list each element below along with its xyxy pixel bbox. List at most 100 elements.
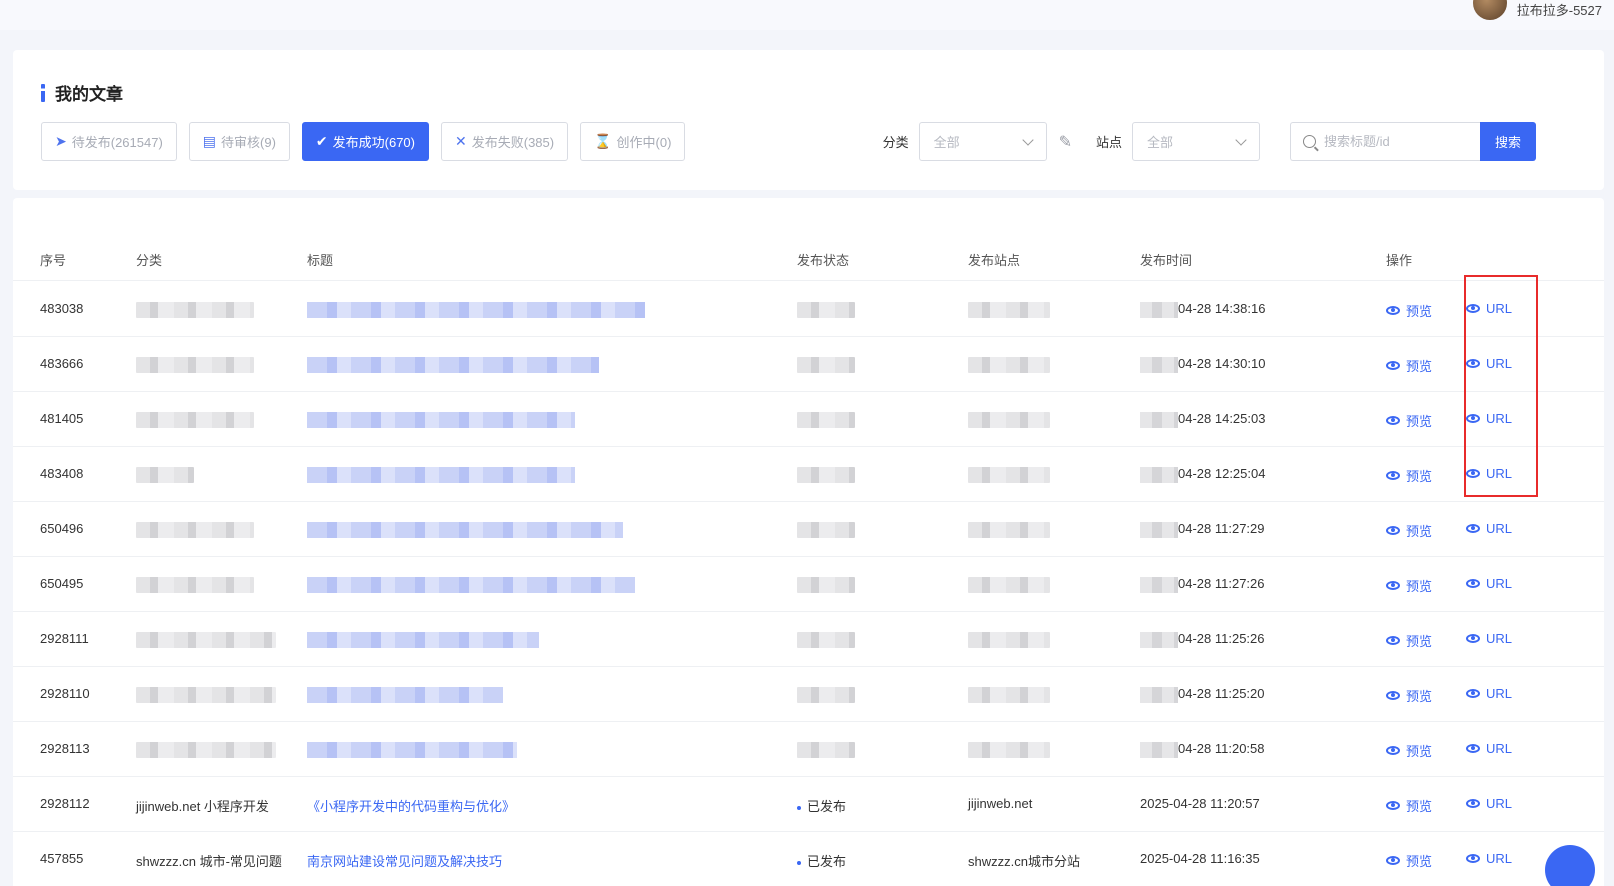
row-title-link[interactable]: [307, 741, 517, 758]
table-row: 2928112 jijinweb.net 小程序开发 《小程序开发中的代码重构与…: [13, 777, 1604, 832]
tab-success[interactable]: ✔ 发布成功(670): [301, 122, 429, 161]
row-id: 483666: [40, 356, 84, 371]
row-time: 04-28 14:38:16: [1140, 301, 1265, 318]
row-title-link[interactable]: [307, 521, 623, 538]
status-tabs: ➤ 待发布(261547) ▤ 待审核(9) ✔ 发布成功(670) ✕ 发布失…: [41, 122, 686, 161]
search-button[interactable]: 搜索: [1480, 122, 1536, 161]
preview-button[interactable]: 预览: [1386, 521, 1432, 540]
row-status: [797, 741, 855, 758]
row-site: [968, 411, 1050, 428]
preview-button[interactable]: 预览: [1386, 631, 1432, 650]
hourglass-icon: ⌛: [594, 133, 612, 149]
filter-card: 我的文章 ➤ 待发布(261547) ▤ 待审核(9) ✔ 发布成功(670) …: [13, 50, 1604, 190]
row-title-link[interactable]: [307, 301, 645, 318]
eye-icon: [1466, 744, 1480, 753]
column-header: 发布站点: [968, 253, 1021, 268]
preview-button[interactable]: 预览: [1386, 301, 1432, 320]
row-status: [797, 576, 855, 593]
table-row: 2928113 04-28 11:20:58 预览 URL: [13, 722, 1604, 777]
preview-button[interactable]: 预览: [1386, 796, 1432, 815]
url-button[interactable]: URL: [1466, 741, 1512, 756]
chevron-down-icon: [1235, 133, 1247, 146]
row-category: jijinweb.net 小程序开发: [136, 799, 269, 814]
row-status: 已发布: [797, 851, 846, 870]
preview-button[interactable]: 预览: [1386, 686, 1432, 705]
row-site: jijinweb.net: [968, 796, 1033, 811]
tab-pending[interactable]: ➤ 待发布(261547): [41, 122, 177, 161]
user-menu[interactable]: 拉布拉多-5527: [1472, 0, 1602, 20]
preview-button[interactable]: 预览: [1386, 356, 1432, 375]
url-button[interactable]: URL: [1466, 796, 1512, 811]
url-button[interactable]: URL: [1466, 686, 1512, 701]
search-icon: [1303, 135, 1316, 148]
row-title-link[interactable]: 南京网站建设常见问题及解决技巧: [307, 851, 502, 870]
row-title-link[interactable]: [307, 576, 635, 593]
row-site: shwzzz.cn城市分站: [968, 854, 1080, 869]
preview-button[interactable]: 预览: [1386, 466, 1432, 485]
tab-success-label: 发布成功(670): [332, 135, 415, 150]
edit-icon[interactable]: ✎: [1059, 132, 1072, 152]
row-time: 04-28 14:30:10: [1140, 356, 1265, 373]
avatar[interactable]: [1472, 0, 1507, 20]
row-time: 04-28 11:27:26: [1140, 576, 1265, 593]
category-select[interactable]: 全部: [918, 122, 1047, 161]
row-status: [797, 466, 855, 483]
column-header: 发布状态: [797, 253, 850, 268]
row-time: 2025-04-28 11:20:57: [1140, 796, 1260, 811]
check-icon: ✔: [315, 133, 328, 149]
row-site: [968, 741, 1050, 758]
row-site: [968, 356, 1050, 373]
row-time: 2025-04-28 11:16:35: [1140, 851, 1260, 866]
search-input[interactable]: [1324, 134, 1464, 149]
tab-review[interactable]: ▤ 待审核(9): [188, 122, 290, 161]
row-id: 650496: [40, 521, 84, 536]
eye-icon: [1386, 801, 1400, 810]
row-time: 04-28 11:25:26: [1140, 631, 1265, 648]
search-box: [1290, 122, 1480, 161]
preview-button[interactable]: 预览: [1386, 576, 1432, 595]
row-category: shwzzz.cn 城市-常见问题: [136, 854, 282, 869]
row-id: 481405: [40, 411, 84, 426]
preview-button[interactable]: 预览: [1386, 411, 1432, 430]
row-category: [136, 301, 254, 318]
row-title-link[interactable]: 《小程序开发中的代码重构与优化》: [307, 796, 515, 815]
row-category: [136, 411, 254, 428]
tab-failed[interactable]: ✕ 发布失败(385): [441, 122, 569, 161]
url-button[interactable]: URL: [1466, 576, 1512, 591]
row-title-link[interactable]: [307, 686, 503, 703]
row-category: [136, 466, 194, 483]
column-header: 操作: [1386, 253, 1413, 268]
row-title-link[interactable]: [307, 466, 575, 483]
site-select[interactable]: 全部: [1132, 122, 1260, 161]
row-category: [136, 356, 254, 373]
article-table: 序号 分类 标题 发布状态 发布站点 发布时间 操作 483038 04-28 …: [13, 198, 1604, 886]
site-label: 站点: [1095, 135, 1122, 150]
row-title-link[interactable]: [307, 356, 599, 373]
eye-icon: [1386, 526, 1400, 535]
username: 拉布拉多-5527: [1516, 2, 1602, 18]
table-row: 650495 04-28 11:27:26 预览 URL: [13, 557, 1604, 612]
eye-icon: [1386, 581, 1400, 590]
preview-button[interactable]: 预览: [1386, 741, 1432, 760]
eye-icon: [1386, 471, 1400, 480]
row-id: 650495: [40, 576, 84, 591]
table-row: 2928111 04-28 11:25:26 预览 URL: [13, 612, 1604, 667]
table-row: 483408 04-28 12:25:04 预览 URL: [13, 447, 1604, 502]
chevron-down-icon: [1021, 133, 1034, 146]
review-icon: ▤: [202, 133, 217, 149]
row-title-link[interactable]: [307, 411, 575, 428]
preview-button[interactable]: 预览: [1386, 851, 1432, 870]
column-header: 发布时间: [1140, 253, 1193, 268]
url-button[interactable]: URL: [1466, 631, 1512, 646]
tab-drafting[interactable]: ⌛ 创作中(0): [580, 122, 686, 161]
eye-icon: [1386, 636, 1400, 645]
search-group: 搜索: [1290, 122, 1536, 161]
url-button[interactable]: URL: [1466, 521, 1512, 536]
url-button[interactable]: URL: [1466, 851, 1512, 866]
row-title-link[interactable]: [307, 631, 539, 648]
site-select-value: 全部: [1147, 135, 1174, 150]
row-status: [797, 631, 855, 648]
eye-icon: [1386, 856, 1400, 865]
row-time: 04-28 11:20:58: [1140, 741, 1265, 758]
eye-icon: [1386, 691, 1400, 700]
